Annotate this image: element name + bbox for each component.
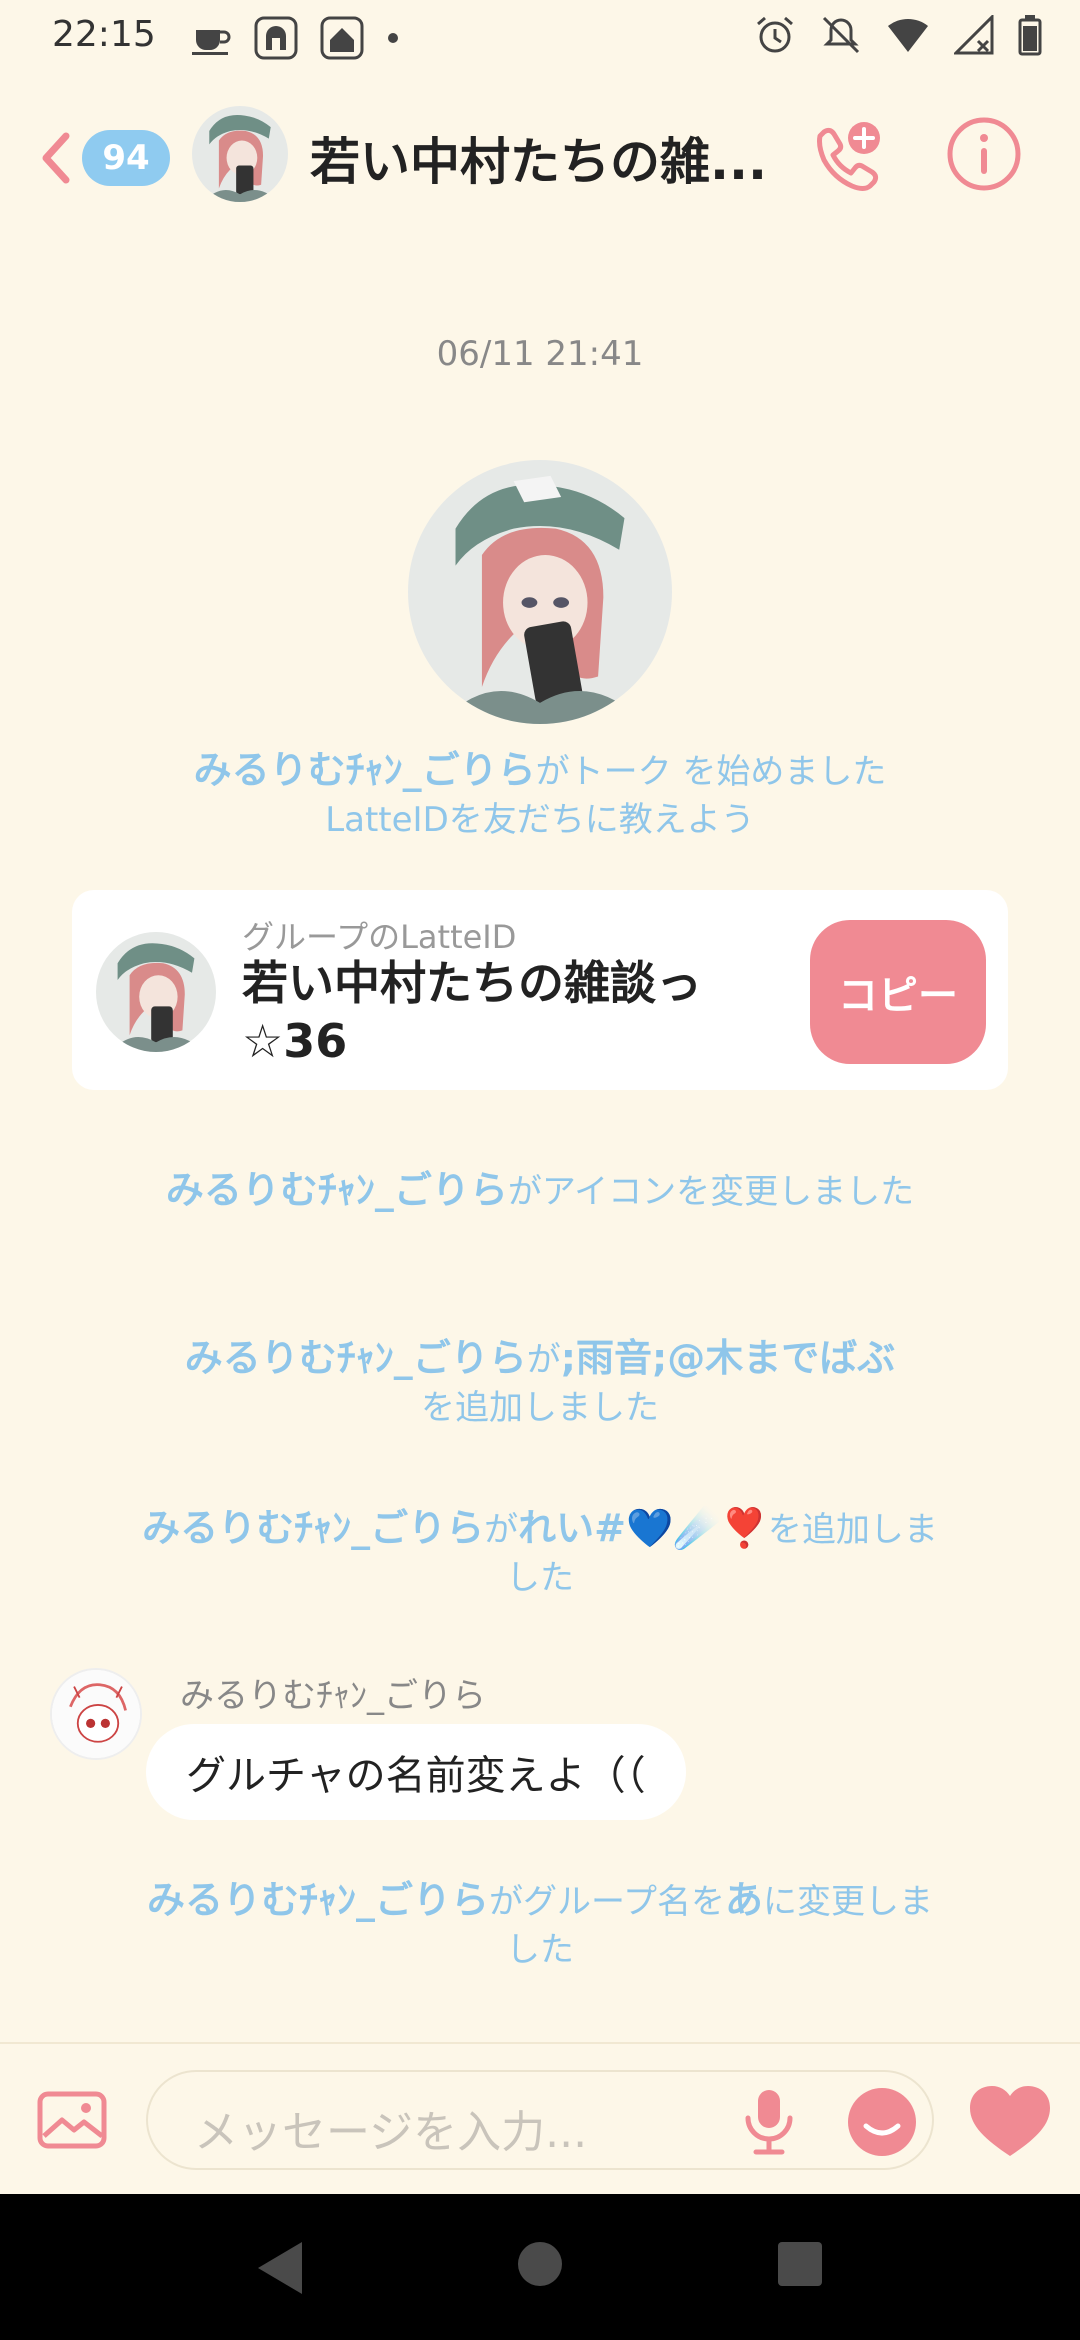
status-bar: 22:15 — [0, 0, 1080, 72]
nav-recents-icon[interactable] — [776, 2240, 824, 2288]
system-message-text: がアイコンを変更しました — [507, 1172, 915, 1212]
emoji-button[interactable] — [844, 2084, 920, 2160]
unread-badge: 94 — [82, 130, 170, 186]
system-message-added-2: みるりむﾁｬﾝ_ごりらがれい#💙☄️❣️を追加しました — [140, 1504, 940, 1602]
wifi-icon — [888, 18, 928, 52]
nav-home-icon[interactable] — [514, 2238, 566, 2290]
nav-back-icon[interactable] — [252, 2238, 308, 2298]
system-message-text: がトーク を始めました — [535, 752, 887, 792]
chat-header: 94 若い中村たちの雑... — [0, 100, 1080, 220]
sender-avatar[interactable] — [50, 1668, 142, 1760]
system-message-added-1: みるりむﾁｬﾝ_ごりらが;雨音;@木までばぶ を追加しました — [150, 1334, 930, 1432]
dot-icon — [388, 33, 398, 43]
back-button[interactable]: 94 — [36, 126, 176, 190]
message-bubble[interactable]: グルチャの名前変えよ（（ — [146, 1724, 686, 1820]
copy-button[interactable]: コピー — [810, 920, 986, 1064]
message-input-placeholder: メッセージを入力... — [194, 2107, 588, 2158]
add-call-button[interactable] — [810, 118, 884, 192]
system-nav-bar — [0, 2194, 1080, 2340]
system-message-icon-changed: みるりむﾁｬﾝ_ごりらがアイコンを変更しました — [150, 1166, 930, 1216]
microphone-button[interactable] — [734, 2086, 804, 2156]
system-message-started: みるりむﾁｬﾝ_ごりらがトーク を始めました LatteIDを友だちに教えよう — [120, 746, 960, 844]
chevron-left-icon — [42, 132, 70, 184]
system-message-mid: が — [526, 1340, 561, 1380]
id-card-avatar — [96, 932, 216, 1052]
system-message-target[interactable]: れい#💙☄️❣️ — [518, 1506, 768, 1550]
app-icon-1 — [254, 16, 298, 60]
system-message-renamed: みるりむﾁｬﾝ_ごりらがグループ名をあに変更しました — [140, 1876, 940, 1974]
system-message-user[interactable]: みるりむﾁｬﾝ_ごりら — [185, 1336, 527, 1380]
coffee-icon — [192, 30, 231, 55]
mute-icon — [822, 16, 860, 54]
chat-title[interactable]: 若い中村たちの雑... — [310, 122, 780, 194]
system-message-subtext: LatteIDを友だちに教えよう — [325, 800, 755, 840]
system-message-mid: がグループ名を — [489, 1882, 725, 1922]
group-avatar-large[interactable] — [408, 460, 672, 724]
system-message-target: あ — [724, 1878, 763, 1922]
status-time: 22:15 — [52, 14, 156, 55]
info-button[interactable] — [944, 114, 1024, 194]
id-card-label: グループのLatteID — [242, 918, 517, 956]
message-timestamp: 06/11 21:41 — [436, 334, 644, 374]
signal-icon — [954, 15, 994, 55]
message-row: みるりむﾁｬﾝ_ごりら グルチャの名前変えよ（（ — [50, 1668, 950, 1828]
message-input-bar: メッセージを入力... — [0, 2042, 1080, 2194]
system-message-text: を追加しました — [421, 1388, 659, 1428]
image-picker-button[interactable] — [36, 2090, 108, 2150]
alarm-icon — [757, 16, 793, 53]
system-message-user[interactable]: みるりむﾁｬﾝ_ごりら — [147, 1878, 489, 1922]
latte-id-card: グループのLatteID 若い中村たちの雑談っ☆36 コピー — [72, 890, 1008, 1090]
message-sender-name: みるりむﾁｬﾝ_ごりら — [180, 1676, 486, 1716]
system-message-target[interactable]: ;雨音;@木までばぶ — [561, 1336, 895, 1380]
heart-button[interactable] — [966, 2082, 1054, 2160]
app-icon-2 — [320, 16, 364, 60]
message-input[interactable]: メッセージを入力... — [146, 2070, 934, 2170]
battery-icon — [1018, 15, 1042, 56]
id-card-name: 若い中村たちの雑談っ☆36 — [242, 956, 702, 1068]
system-message-mid: が — [484, 1510, 519, 1550]
group-avatar[interactable] — [192, 106, 288, 202]
system-message-user[interactable]: みるりむﾁｬﾝ_ごりら — [194, 748, 536, 792]
system-message-user[interactable]: みるりむﾁｬﾝ_ごりら — [142, 1506, 484, 1550]
system-message-user[interactable]: みるりむﾁｬﾝ_ごりら — [166, 1168, 508, 1212]
